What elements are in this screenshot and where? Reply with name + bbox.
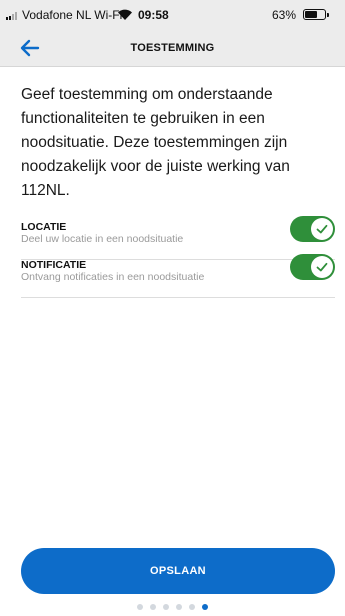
location-toggle[interactable] [290, 216, 335, 242]
signal-bars-icon [6, 12, 17, 20]
permission-row-location: LOCATIE Deel uw locatie in een noodsitua… [21, 216, 335, 260]
page-dot [189, 604, 195, 610]
battery-icon [303, 9, 326, 20]
page-dot [163, 604, 169, 610]
toggle-knob [311, 218, 333, 240]
permission-title: LOCATIE [21, 221, 67, 233]
save-button[interactable]: OPSLAAN [21, 548, 335, 594]
permission-description: Deel uw locatie in een noodsituatie [21, 233, 184, 245]
notification-toggle[interactable] [290, 254, 335, 280]
clock: 09:58 [138, 8, 169, 22]
permission-row-notification: NOTIFICATIE Ontvang notificaties in een … [21, 254, 335, 298]
page-indicator [0, 604, 345, 610]
battery-level [305, 11, 317, 18]
carrier-name: Vodafone NL Wi-Fi [22, 8, 123, 22]
app-header: TOESTEMMING [0, 30, 345, 67]
page-dot [202, 604, 208, 610]
toggle-knob [311, 256, 333, 278]
permission-title: NOTIFICATIE [21, 259, 87, 271]
intro-text: Geef toestemming om onderstaande functio… [21, 86, 290, 199]
page-dot [176, 604, 182, 610]
checkmark-icon [316, 224, 328, 234]
battery-percentage: 63% [272, 8, 297, 22]
wifi-icon [118, 9, 132, 20]
page-dot [150, 604, 156, 610]
status-bar: Vodafone NL Wi-Fi 09:58 63% [0, 0, 345, 30]
page-title: TOESTEMMING [130, 42, 215, 54]
page-dot [137, 604, 143, 610]
permission-description: Ontvang notificaties in een noodsituatie [21, 271, 205, 283]
checkmark-icon [316, 262, 328, 272]
battery-tip [327, 13, 329, 17]
